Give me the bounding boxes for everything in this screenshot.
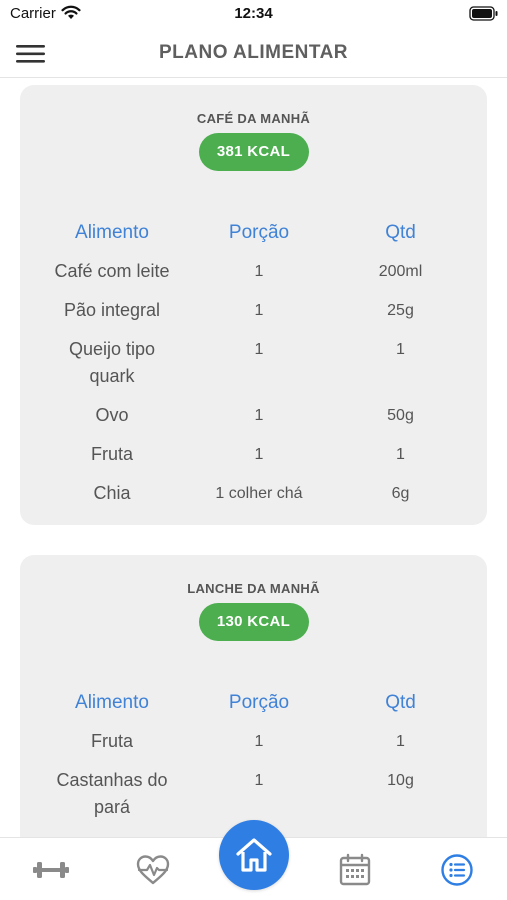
food-name: Queijo tipo quark [68, 339, 156, 386]
meal-card: LANCHE DA MANHÃ 130 KCAL Alimento Porção… [20, 555, 487, 837]
table-row: Chia 1 colher chá 6g [20, 474, 487, 513]
kcal-badge: 381 KCAL [198, 133, 309, 171]
food-quantity: 200ml [378, 263, 423, 280]
food-quantity: 1 [396, 446, 405, 463]
kcal-badge: 130 KCAL [198, 603, 309, 641]
table-header-row: Alimento Porção Qtd [20, 683, 487, 722]
food-quantity: 1 [396, 733, 405, 750]
column-header-food: Alimento [75, 221, 149, 243]
food-quantity: 10g [387, 772, 414, 789]
food-quantity: 6g [391, 485, 410, 502]
dumbbell-icon [33, 862, 69, 878]
column-header-quantity: Qtd [385, 691, 416, 713]
nav-workouts[interactable] [31, 852, 71, 888]
food-name: Castanhas do pará [56, 770, 168, 817]
column-header-portion: Porção [228, 221, 290, 243]
food-name: Ovo [95, 405, 129, 425]
nav-health[interactable] [133, 852, 173, 888]
food-table: Alimento Porção Qtd Café com leite 1 200… [20, 213, 487, 513]
home-icon [236, 838, 272, 872]
calendar-icon [339, 853, 371, 886]
table-row: Café com leite 1 200ml [20, 252, 487, 291]
status-bar: Carrier 12:34 [0, 0, 507, 30]
food-name: Café com leite [54, 261, 170, 281]
food-portion: 1 [254, 733, 264, 750]
status-time: 12:34 [234, 5, 273, 22]
food-name: Chia [93, 483, 131, 503]
table-row: Castanhas do pará 1 10g [20, 761, 487, 827]
food-name: Fruta [90, 444, 133, 464]
battery-icon [469, 6, 499, 26]
food-name: Fruta [90, 731, 133, 751]
food-quantity: 1 [396, 341, 405, 358]
column-header-portion: Porção [228, 691, 290, 713]
food-table: Alimento Porção Qtd Fruta 1 1 Castanhas … [20, 683, 487, 827]
meal-title: CAFÉ DA MANHÃ [196, 111, 311, 126]
nav-calendar[interactable] [335, 852, 375, 888]
table-row: Fruta 1 1 [20, 722, 487, 761]
table-row: Queijo tipo quark 1 1 [20, 330, 487, 396]
page-title: PLANO ALIMENTAR [158, 42, 349, 63]
app-header: PLANO ALIMENTAR [0, 30, 507, 78]
food-portion: 1 [254, 263, 264, 280]
food-portion: 1 [254, 446, 264, 463]
food-portion: 1 colher chá [215, 485, 303, 502]
food-name: Pão integral [63, 300, 161, 320]
home-button[interactable] [219, 820, 289, 890]
meal-title: LANCHE DA MANHÃ [187, 581, 320, 596]
heart-rate-icon [136, 855, 170, 885]
table-header-row: Alimento Porção Qtd [20, 213, 487, 252]
table-row: Pão integral 1 25g [20, 291, 487, 330]
food-quantity: 25g [387, 302, 414, 319]
food-portion: 1 [254, 341, 264, 358]
food-portion: 1 [254, 302, 264, 319]
table-row: Ovo 1 50g [20, 396, 487, 435]
list-icon [441, 854, 473, 886]
column-header-food: Alimento [75, 691, 149, 713]
food-portion: 1 [254, 772, 264, 789]
column-header-quantity: Qtd [385, 221, 416, 243]
food-quantity: 50g [387, 407, 414, 424]
meal-card: CAFÉ DA MANHÃ 381 KCAL Alimento Porção Q… [20, 85, 487, 525]
nav-meal-plan[interactable] [437, 852, 477, 888]
food-portion: 1 [254, 407, 264, 424]
meal-plan-list[interactable]: CAFÉ DA MANHÃ 381 KCAL Alimento Porção Q… [0, 79, 507, 837]
table-row: Fruta 1 1 [20, 435, 487, 474]
